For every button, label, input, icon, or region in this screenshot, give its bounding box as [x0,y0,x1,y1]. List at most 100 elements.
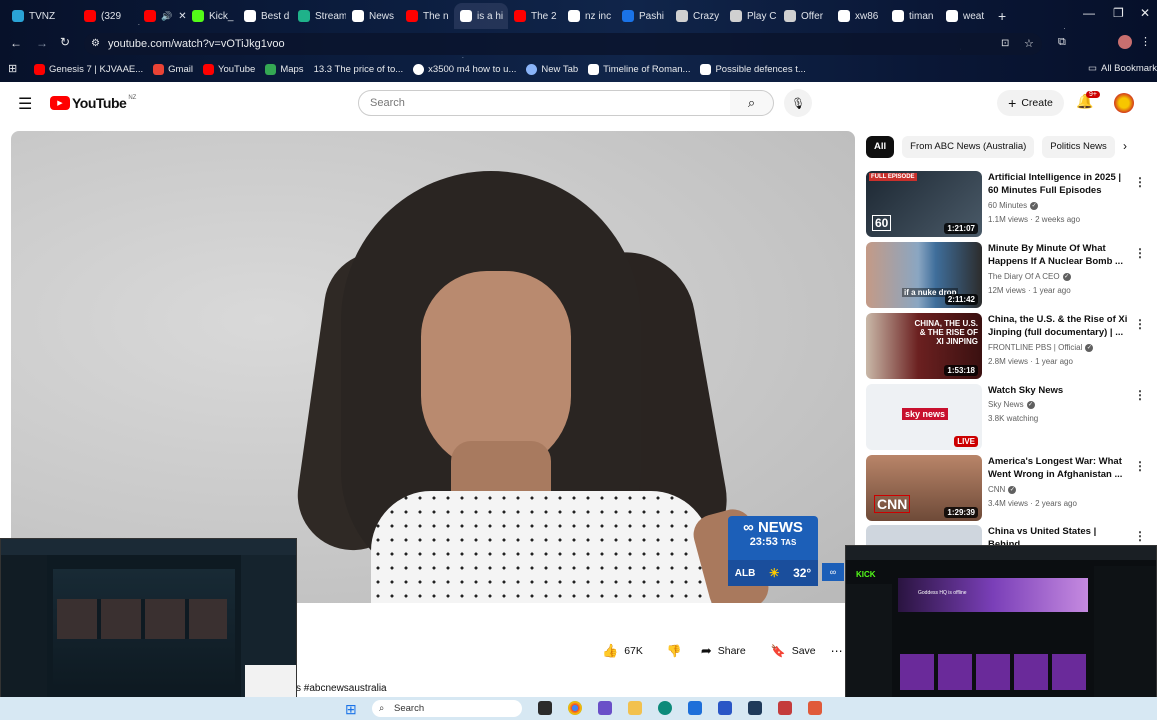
video-player[interactable]: ∞ NEWS 23:53 TAS ALB ☀ 32° ∞ [11,131,855,603]
chip-all[interactable]: All [866,136,895,158]
video-title[interactable]: Artificial Intelligence in 2025 | 60 Min… [988,171,1128,197]
browser-tab[interactable]: Crazy [670,3,724,29]
video-title[interactable]: Watch Sky News [988,384,1128,397]
browser-tab[interactable]: xw86 [832,3,886,29]
recommendation[interactable]: CHINA, THE U.S. & THE RISE OF XI JINPING… [866,313,1151,379]
chip-politics-news[interactable]: Politics News [1042,136,1115,158]
app-icon[interactable] [718,701,732,715]
all-bookmarks[interactable]: ▭ All Bookmarks [1088,63,1157,74]
more-options-icon[interactable]: ⋮ [1134,459,1146,473]
recommendation[interactable]: CNN 1:29:39 America's Longest War: What … [866,455,1151,521]
description-hashtag[interactable]: s #abcnewsaustralia [296,683,387,694]
avatar[interactable] [1114,93,1134,113]
browser-tab[interactable]: News [346,3,400,29]
recommendation[interactable]: if a nuke drop 2:11:42 Minute By Minute … [866,242,1151,308]
profile-icon[interactable] [1118,35,1132,49]
address-bar[interactable]: ⚙ youtube.com/watch?v=vOTiJkg1voo ⊡ ☆ [84,33,1042,55]
channel-name[interactable]: CNN ✓ [988,485,1017,494]
minimize-icon[interactable]: — [1083,6,1095,20]
app-icon[interactable] [778,701,792,715]
bookmark[interactable]: Timeline of Roman... [588,63,690,75]
edge-icon[interactable] [658,701,672,715]
channel-name[interactable]: Sky News ✓ [988,400,1035,409]
app-icon[interactable] [688,701,702,715]
bookmark[interactable]: 13.3 The price of to... [314,64,404,75]
search-button[interactable]: ⌕ [730,90,774,116]
video-thumbnail[interactable]: FULL EPISODE 60 1:21:07 [866,171,982,237]
forward-icon[interactable]: → [36,36,48,50]
voice-search-button[interactable]: 🎙 [784,89,812,117]
more-options-icon[interactable]: ⋮ [1134,246,1146,260]
bookmark[interactable]: Possible defences t... [700,63,806,75]
app-icon[interactable] [598,701,612,715]
more-options-icon[interactable]: ⋮ [1134,317,1146,331]
bookmark[interactable]: YouTube [202,63,255,75]
windows-start-icon[interactable]: ⊞ [345,701,357,718]
video-thumbnail[interactable]: CNN 1:29:39 [866,455,982,521]
video-thumbnail[interactable]: sky news LIVE [866,384,982,450]
file-explorer-icon[interactable] [628,701,642,715]
browser-tab[interactable]: Play C [724,3,778,29]
more-options-icon[interactable]: ⋮ [1134,388,1146,402]
site-info-icon[interactable]: ⚙ [91,33,100,55]
close-icon[interactable]: ✕ [178,11,186,22]
browser-tab[interactable]: timan [886,3,940,29]
reload-icon[interactable]: ↻ [60,35,70,49]
browser-tab[interactable]: Kick_ [186,3,238,29]
search-input[interactable]: Search [358,90,731,116]
bookmark[interactable]: Genesis 7 | KJVAAE... [34,63,143,75]
browser-tab[interactable]: nz inc [562,3,616,29]
video-title[interactable]: China, the U.S. & the Rise of Xi Jinping… [988,313,1128,339]
app-icon[interactable] [808,701,822,715]
star-icon[interactable]: ☆ [1024,33,1034,55]
close-window-icon[interactable]: ✕ [1140,6,1150,20]
youtube-logo[interactable]: ▶ YouTube NZ [50,95,136,111]
video-title[interactable]: Minute By Minute Of What Happens If A Nu… [988,242,1128,268]
more-options-icon[interactable]: ⋮ [1134,175,1146,189]
new-tab-button[interactable]: + [992,3,1016,29]
maximize-icon[interactable]: ❐ [1113,6,1124,20]
video-thumbnail[interactable]: if a nuke drop 2:11:42 [866,242,982,308]
menu-icon[interactable]: ⋮ [1140,35,1151,48]
apps-icon[interactable]: ⊞ [8,62,17,75]
browser-tab[interactable]: Offer [778,3,832,29]
browser-tab[interactable]: (329 [78,3,138,29]
browser-tab[interactable]: Pashi [616,3,670,29]
dislike-button[interactable]: 👎 [667,644,682,658]
app-icon[interactable] [748,701,762,715]
browser-tab[interactable]: TVNZ [6,3,78,29]
channel-name[interactable]: FRONTLINE PBS | Official ✓ [988,343,1094,352]
bookmark[interactable]: New Tab [526,63,578,75]
video-thumbnail[interactable]: CHINA, THE U.S. & THE RISE OF XI JINPING… [866,313,982,379]
more-actions-icon[interactable]: ⋯ [831,644,843,658]
browser-tab[interactable]: The 2 [508,3,562,29]
video-title[interactable]: America's Longest War: What Went Wrong i… [988,455,1128,481]
bookmark[interactable]: x3500 m4 how to u... [413,63,516,75]
bookmark[interactable]: Gmail [153,63,193,75]
save-button[interactable]: 🔖 Save [760,638,826,664]
recommendation[interactable]: sky news LIVE Watch Sky News Sky News ✓ 3… [866,384,1151,450]
chrome-icon[interactable] [568,701,582,715]
video-thumbnail[interactable] [866,525,982,545]
browser-tab[interactable]: Best d [238,3,292,29]
channel-name[interactable]: 60 Minutes ✓ [988,201,1039,210]
extensions-icon[interactable]: ⧉ [1058,36,1066,49]
browser-tab-active[interactable]: is a hi [454,3,508,29]
like-button[interactable]: 👍 67K [602,643,643,659]
share-button[interactable]: ➦ Share [690,638,756,664]
more-options-icon[interactable]: ⋮ [1134,529,1146,543]
chip-from-abc-news[interactable]: From ABC News (Australia) [902,136,1035,158]
overlay-window-left[interactable] [0,538,297,714]
task-view-icon[interactable] [538,701,552,715]
recommendation[interactable]: FULL EPISODE 60 1:21:07 Artificial Intel… [866,171,1151,237]
recommendation[interactable]: China vs United States | Behind ⋮ [866,525,1151,545]
browser-tab[interactable]: The n [400,3,454,29]
browser-tab[interactable]: 🔊 ✕ [138,3,186,29]
video-title[interactable]: China vs United States | Behind [988,525,1128,545]
overlay-window-right[interactable]: KICK Goddess HQ is offline [845,545,1157,713]
browser-tab[interactable]: weat [940,3,992,29]
bookmark[interactable]: Maps [265,63,304,75]
channel-name[interactable]: The Diary Of A CEO ✓ [988,272,1071,281]
chevron-right-icon[interactable]: › [1123,139,1127,153]
browser-tab[interactable]: Stream [292,3,346,29]
